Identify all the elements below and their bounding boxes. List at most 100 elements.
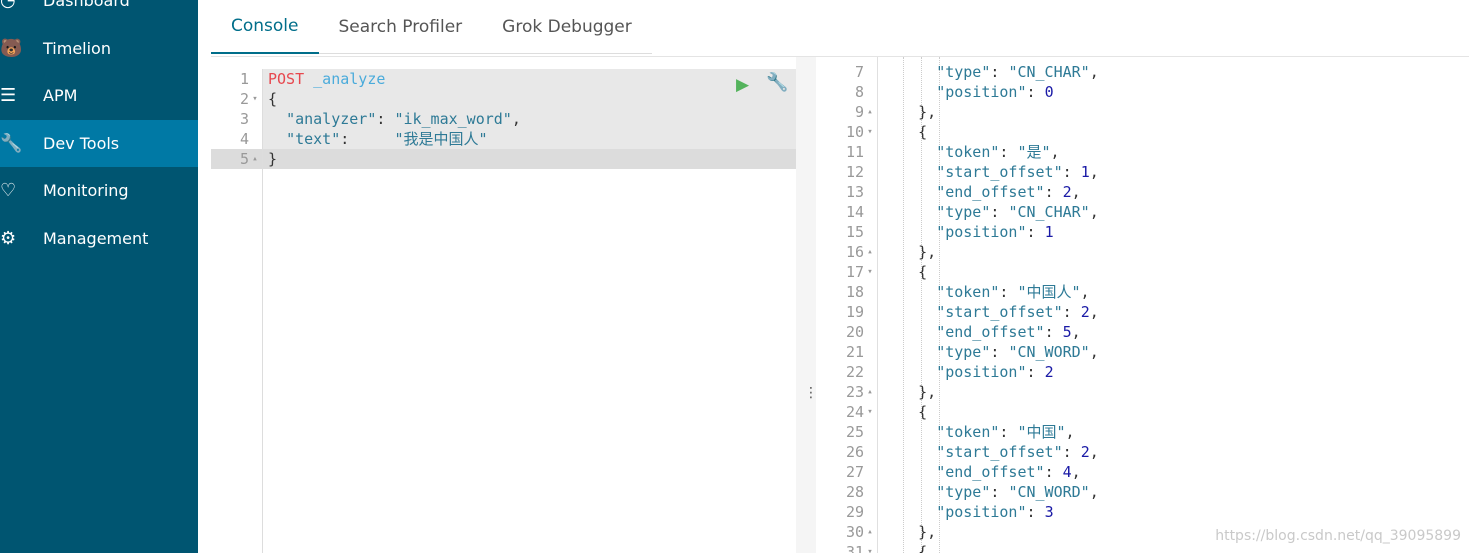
line-number: 20 bbox=[845, 323, 864, 341]
code-token: "end_offset" bbox=[936, 183, 1045, 201]
code-token: , bbox=[1089, 63, 1099, 81]
run-icon[interactable]: ▶ bbox=[736, 75, 749, 95]
code-token: , bbox=[511, 110, 521, 128]
code-token: : bbox=[1026, 503, 1045, 521]
pane-splitter[interactable]: ⋮ bbox=[796, 57, 818, 553]
line-number: 7 bbox=[854, 63, 864, 81]
code-token: "position" bbox=[936, 363, 1027, 381]
line-number: 1 bbox=[239, 70, 249, 88]
code-token: , bbox=[1050, 143, 1060, 161]
code-token: : bbox=[1044, 183, 1063, 201]
code-line: "start_offset": 2, bbox=[882, 302, 1099, 322]
sidebar-item-monitoring[interactable]: ♡ Monitoring bbox=[0, 167, 198, 214]
sidebar-item-label: APM bbox=[43, 86, 78, 105]
fold-toggle-icon[interactable]: ▴ bbox=[864, 382, 876, 402]
line-number: 9 ▴ bbox=[816, 102, 876, 122]
sidebar-item-dev-tools[interactable]: 🔧 Dev Tools bbox=[0, 119, 198, 167]
sidebar-item-timelion[interactable]: 🐻 Timelion bbox=[0, 25, 198, 72]
code-token: , bbox=[1089, 343, 1099, 361]
code-token: , bbox=[1065, 423, 1075, 441]
response-viewer[interactable]: 7 8 9 ▴ 10 ▾ 11 12 13 14 15 16 ▴ 17 ▾ 18 19 20 21 22 23 ▴ 24 ▾ 2… bbox=[816, 57, 1469, 553]
code-token: : bbox=[1026, 83, 1045, 101]
code-token: 4 bbox=[1062, 463, 1072, 481]
code-token: : bbox=[990, 483, 1009, 501]
fold-toggle-icon[interactable]: ▾ bbox=[864, 542, 876, 553]
code-token: , bbox=[1089, 203, 1099, 221]
code-token: 3 bbox=[1044, 503, 1054, 521]
code-line: }, bbox=[882, 522, 936, 542]
code-token: "start_offset" bbox=[936, 163, 1063, 181]
request-gutter: 1 2 ▾ 3 4 5 ▴ bbox=[211, 69, 263, 553]
code-token: "end_offset" bbox=[936, 463, 1045, 481]
wrench-icon: 🔧 bbox=[0, 132, 23, 154]
sidebar-item-apm[interactable]: ☰ APM bbox=[0, 72, 198, 119]
sidebar-item-management[interactable]: ⚙ Management bbox=[0, 215, 198, 262]
code-token: : bbox=[1044, 463, 1063, 481]
line-number: 30 ▴ bbox=[816, 522, 876, 542]
fold-toggle-icon[interactable]: ▴ bbox=[864, 102, 876, 122]
sidebar-item-dashboard[interactable]: ◔ Dashboard bbox=[0, 0, 198, 24]
fold-toggle-icon[interactable]: ▾ bbox=[864, 262, 876, 282]
code-line: { bbox=[882, 262, 927, 282]
active-line bbox=[211, 149, 796, 169]
code-token: "type" bbox=[936, 343, 991, 361]
line-number: 2 ▾ bbox=[211, 89, 261, 109]
fold-toggle-icon[interactable]: ▴ bbox=[864, 242, 876, 262]
request-editor[interactable]: 1 2 ▾ 3 4 5 ▴ POST _analyze{ "analyzer": "ik_m… bbox=[211, 69, 796, 553]
line-number: 14 bbox=[845, 203, 864, 221]
line-number: 27 bbox=[845, 463, 864, 481]
code-token: { bbox=[882, 123, 928, 141]
response-gutter: 7 8 9 ▴ 10 ▾ 11 12 13 14 15 16 ▴ 17 ▾ 18 19 20 21 22 23 ▴ 24 ▾ 2… bbox=[816, 57, 878, 553]
line-number: 29 bbox=[845, 503, 864, 521]
fold-toggle-icon[interactable]: ▴ bbox=[864, 522, 876, 542]
code-token: , bbox=[1089, 303, 1099, 321]
code-line: "position": 3 bbox=[882, 502, 1054, 522]
code-token: _analyze bbox=[304, 70, 386, 88]
line-number: 26 bbox=[845, 443, 864, 461]
dev-tools-tabs: Console Search Profiler Grok Debugger bbox=[211, 0, 652, 56]
code-token: : bbox=[1062, 443, 1081, 461]
code-line: "type": "CN_WORD", bbox=[882, 482, 1099, 502]
sidebar-item-label: Dashboard bbox=[43, 0, 130, 10]
code-token: "中国" bbox=[1017, 423, 1066, 441]
code-line: POST _analyze bbox=[268, 69, 385, 89]
code-line: "start_offset": 2, bbox=[882, 442, 1099, 462]
code-token: "type" bbox=[936, 203, 991, 221]
code-token: "position" bbox=[936, 503, 1027, 521]
code-line: "position": 0 bbox=[882, 82, 1053, 102]
fold-toggle-icon[interactable]: ▾ bbox=[864, 402, 876, 422]
code-token: }, bbox=[882, 523, 937, 541]
line-number: 16 ▴ bbox=[816, 242, 876, 262]
fold-toggle-icon[interactable]: ▾ bbox=[864, 122, 876, 142]
fold-toggle-icon[interactable]: ▴ bbox=[249, 149, 261, 169]
code-token: { bbox=[882, 263, 928, 281]
code-token: "position" bbox=[936, 83, 1027, 101]
code-line: "type": "CN_WORD", bbox=[882, 342, 1099, 362]
tab-grok-debugger[interactable]: Grok Debugger bbox=[482, 0, 652, 54]
dashboard-icon: ◔ bbox=[0, 0, 16, 11]
code-line: }, bbox=[882, 242, 936, 262]
code-token: : bbox=[990, 63, 1009, 81]
wrench-icon[interactable]: 🔧 bbox=[766, 72, 788, 93]
line-number: 21 bbox=[845, 343, 864, 361]
code-token: }, bbox=[882, 103, 937, 121]
code-token: 2 bbox=[1062, 183, 1072, 201]
tab-search-profiler[interactable]: Search Profiler bbox=[318, 0, 483, 54]
code-token: "position" bbox=[936, 223, 1027, 241]
line-number: 31 ▾ bbox=[816, 542, 876, 553]
code-line: { bbox=[882, 402, 927, 422]
tab-console[interactable]: Console bbox=[211, 0, 319, 54]
code-token: "token" bbox=[936, 283, 1000, 301]
line-number: 3 bbox=[239, 110, 249, 128]
code-line: "position": 1 bbox=[882, 222, 1053, 242]
fold-toggle-icon[interactable]: ▾ bbox=[249, 89, 261, 109]
